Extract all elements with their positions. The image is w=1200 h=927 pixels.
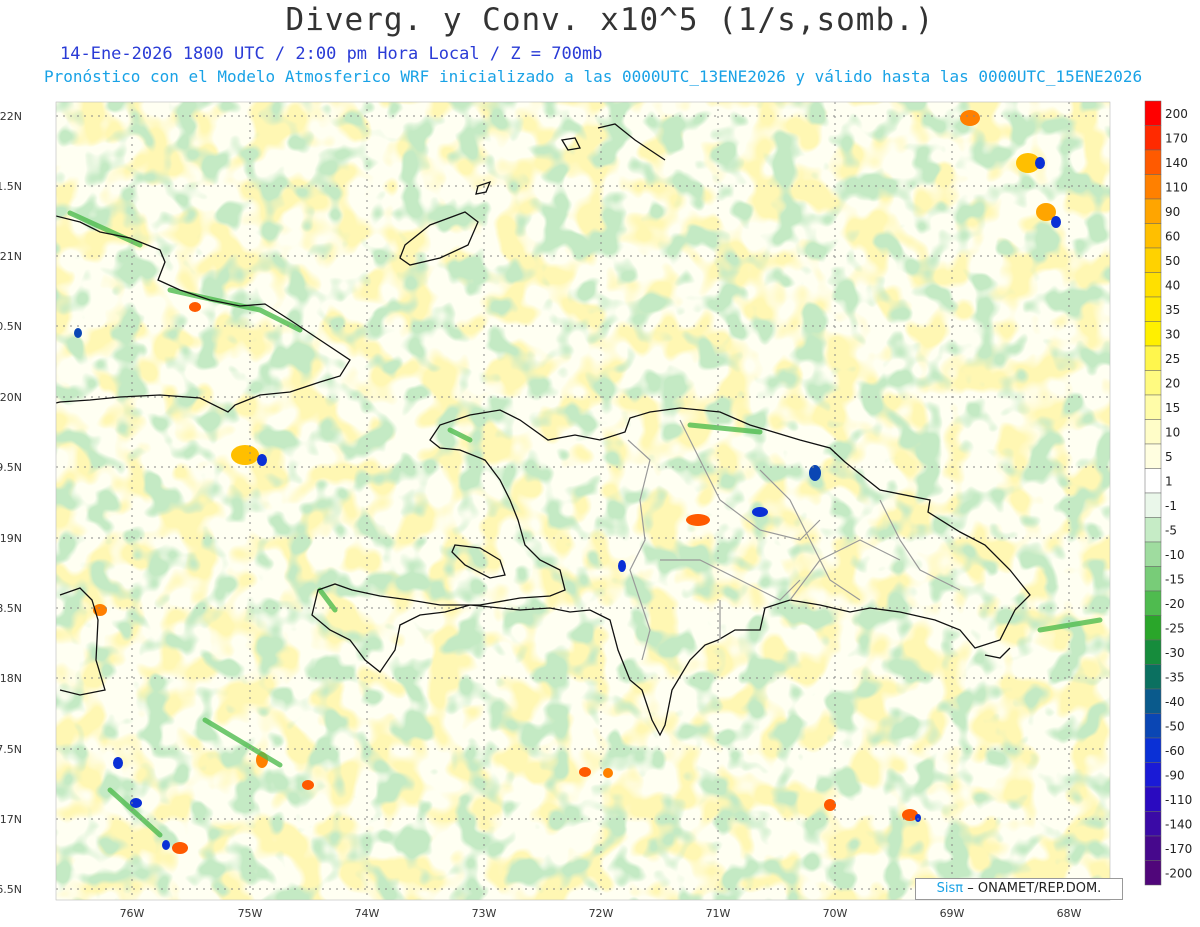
colorbar-swatch bbox=[1144, 615, 1162, 641]
colorbar-swatch bbox=[1144, 664, 1162, 690]
colorbar-label: -15 bbox=[1165, 573, 1185, 587]
colorbar-label: 10 bbox=[1165, 426, 1180, 440]
lat-label: 22N bbox=[0, 110, 22, 123]
colorbar-swatch bbox=[1144, 566, 1162, 592]
colorbar-swatch bbox=[1144, 174, 1162, 200]
lat-label: 0.5N bbox=[0, 320, 22, 333]
lat-label: 21N bbox=[0, 250, 22, 263]
colorbar-label: 25 bbox=[1165, 352, 1180, 366]
lon-label: 76W bbox=[120, 907, 145, 920]
colorbar-swatch bbox=[1144, 737, 1162, 763]
colorbar-swatch bbox=[1144, 296, 1162, 322]
colorbar-swatch bbox=[1144, 713, 1162, 739]
lat-label: 8.5N bbox=[0, 602, 22, 615]
colorbar-swatch bbox=[1144, 223, 1162, 249]
colorbar-label: -60 bbox=[1165, 744, 1185, 758]
colorbar-label: 20 bbox=[1165, 377, 1180, 391]
lat-label: 7.5N bbox=[0, 743, 22, 756]
colorbar-swatch bbox=[1144, 468, 1162, 494]
colorbar-swatch bbox=[1144, 541, 1162, 567]
colorbar-label: -10 bbox=[1165, 548, 1185, 562]
lon-label: 73W bbox=[472, 907, 497, 920]
colorbar-label: -35 bbox=[1165, 671, 1185, 685]
colorbar-label: -50 bbox=[1165, 720, 1185, 734]
colorbar-label: 5 bbox=[1165, 450, 1173, 464]
colorbar-label: 1 bbox=[1165, 475, 1173, 489]
lon-label: 71W bbox=[706, 907, 731, 920]
colorbar-swatch bbox=[1144, 835, 1162, 861]
sispi-logo-text: Sisπ bbox=[936, 881, 964, 896]
lon-label: 75W bbox=[238, 907, 263, 920]
lon-label: 74W bbox=[355, 907, 380, 920]
lon-label: 69W bbox=[940, 907, 965, 920]
colorbar-swatch bbox=[1144, 443, 1162, 469]
lon-label: 68W bbox=[1057, 907, 1082, 920]
colorbar-label: -1 bbox=[1165, 499, 1177, 513]
credit-box: Sisπ – ONAMET/REP.DOM. bbox=[915, 878, 1123, 900]
colorbar-swatch bbox=[1144, 198, 1162, 224]
colorbar-swatch bbox=[1144, 517, 1162, 543]
colorbar-label: 90 bbox=[1165, 205, 1180, 219]
colorbar-label: -200 bbox=[1165, 867, 1192, 881]
colorbar-swatch bbox=[1144, 125, 1162, 151]
map-figure: 22N 1.5N 21N 0.5N 20N 9.5N 19N 8.5N 18N … bbox=[0, 100, 1192, 920]
colorbar-label: -40 bbox=[1165, 695, 1185, 709]
colorbar-label: 200 bbox=[1165, 107, 1188, 121]
colorbar-label: -5 bbox=[1165, 524, 1177, 538]
colorbar-label: 170 bbox=[1165, 132, 1188, 146]
colorbar-label: 110 bbox=[1165, 181, 1188, 195]
longitude-labels: 76W 75W 74W 73W 72W 71W 70W 69W 68W bbox=[120, 907, 1082, 920]
lat-label: 18N bbox=[0, 672, 22, 685]
colorbar-label: -25 bbox=[1165, 622, 1185, 636]
colorbar-swatch bbox=[1144, 492, 1162, 518]
credit-org: – ONAMET/REP.DOM. bbox=[967, 881, 1102, 896]
colorbar: 200 170 140 110 90 60 50 40 35 30 25 20 15 10 5 1 -1 -5 -1… bbox=[1144, 100, 1192, 886]
colorbar-label: -140 bbox=[1165, 818, 1192, 832]
colorbar-label: 30 bbox=[1165, 328, 1180, 342]
colorbar-swatch bbox=[1144, 321, 1162, 347]
colorbar-label: 15 bbox=[1165, 401, 1180, 415]
lat-label: 1.5N bbox=[0, 180, 22, 193]
lat-label: 6.5N bbox=[0, 883, 22, 896]
colorbar-swatch bbox=[1144, 272, 1162, 298]
colorbar-label: -170 bbox=[1165, 842, 1192, 856]
colorbar-swatch bbox=[1144, 100, 1162, 126]
lat-label: 20N bbox=[0, 391, 22, 404]
colorbar-swatch bbox=[1144, 370, 1162, 396]
lon-label: 72W bbox=[589, 907, 614, 920]
lat-label: 9.5N bbox=[0, 461, 22, 474]
colorbar-swatch bbox=[1144, 345, 1162, 371]
colorbar-label: -20 bbox=[1165, 597, 1185, 611]
colorbar-swatch bbox=[1144, 811, 1162, 837]
lat-label: 17N bbox=[0, 813, 22, 826]
colorbar-swatch bbox=[1144, 149, 1162, 175]
colorbar-swatch bbox=[1144, 419, 1162, 445]
latitude-labels: 22N 1.5N 21N 0.5N 20N 9.5N 19N 8.5N 18N … bbox=[0, 110, 22, 896]
colorbar-label: 140 bbox=[1165, 156, 1188, 170]
colorbar-swatch bbox=[1144, 247, 1162, 273]
lon-label: 70W bbox=[823, 907, 848, 920]
colorbar-swatch bbox=[1144, 394, 1162, 420]
colorbar-swatch bbox=[1144, 688, 1162, 714]
colorbar-label: 60 bbox=[1165, 230, 1180, 244]
divergence-field bbox=[56, 102, 1110, 900]
colorbar-label: 35 bbox=[1165, 303, 1180, 317]
colorbar-label: 50 bbox=[1165, 254, 1180, 268]
colorbar-swatch bbox=[1144, 762, 1162, 788]
colorbar-swatch bbox=[1144, 860, 1162, 886]
colorbar-label: -90 bbox=[1165, 769, 1185, 783]
lat-label: 19N bbox=[0, 532, 22, 545]
colorbar-swatch bbox=[1144, 786, 1162, 812]
colorbar-label: -110 bbox=[1165, 793, 1192, 807]
colorbar-label: -30 bbox=[1165, 646, 1185, 660]
colorbar-label: 40 bbox=[1165, 279, 1180, 293]
colorbar-swatch bbox=[1144, 590, 1162, 616]
colorbar-swatch bbox=[1144, 639, 1162, 665]
